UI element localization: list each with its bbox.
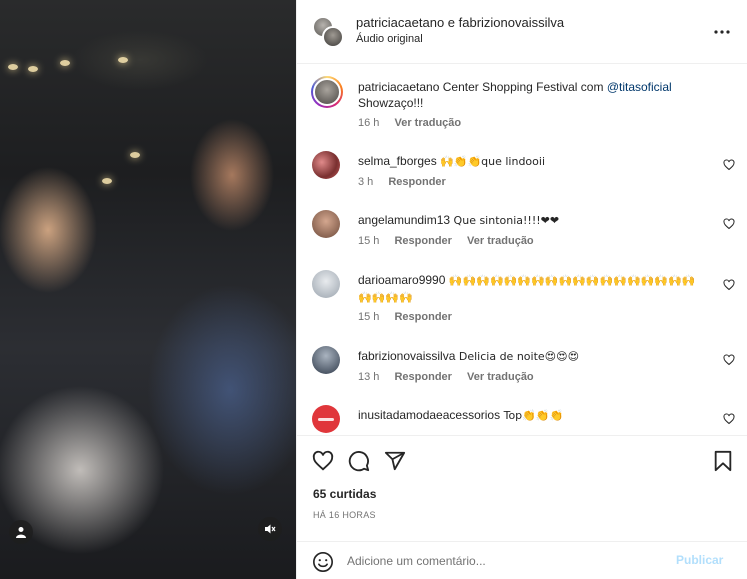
instagram-post-modal: patriciacaetano e fabrizionovaissilva Áu… (0, 0, 747, 579)
comment-button[interactable] (347, 449, 371, 473)
post-video[interactable] (0, 0, 296, 579)
caption-body: Center Shopping Festival com (439, 80, 607, 94)
comment-meta: 3 h Responder (358, 176, 458, 188)
comment-body: Delicia de noite😍😍😍 (455, 350, 580, 363)
comment-username[interactable]: inusitadamodaeacessorios (358, 408, 500, 422)
comment-text: darioamaro9990 🙌🙌🙌🙌🙌🙌🙌🙌🙌🙌🙌🙌🙌🙌🙌🙌🙌🙌🙌🙌🙌🙌 (358, 272, 703, 306)
ceiling-light (28, 66, 38, 72)
comment-meta: 13 h Responder Ver tradução (358, 371, 546, 383)
smiley-icon (313, 552, 333, 572)
avatar[interactable] (311, 76, 343, 108)
avatar[interactable] (312, 346, 340, 374)
avatar[interactable] (312, 405, 340, 433)
tagged-people-button[interactable] (9, 520, 33, 544)
bookmark-icon (714, 450, 732, 472)
comment-item: inusitadamodaeacessorios Top👏👏👏 (297, 405, 747, 435)
heart-icon[interactable] (723, 413, 735, 425)
translate-link[interactable]: Ver tradução (467, 235, 534, 247)
comment-text: inusitadamodaeacessorios Top👏👏👏 (358, 407, 703, 424)
more-options-icon (714, 30, 730, 34)
muted-speaker-icon (265, 524, 276, 534)
heart-icon[interactable] (723, 279, 735, 291)
publish-button[interactable]: Publicar (676, 553, 723, 567)
post-actions: 65 curtidas HÁ 16 HORAS Publicar (297, 435, 747, 579)
comment-item: darioamaro9990 🙌🙌🙌🙌🙌🙌🙌🙌🙌🙌🙌🙌🙌🙌🙌🙌🙌🙌🙌🙌🙌🙌 15… (297, 270, 747, 336)
avatar[interactable] (312, 270, 340, 298)
comment-input[interactable] (347, 551, 647, 571)
like-button[interactable] (311, 449, 335, 473)
comment-time: 16 h (358, 117, 380, 129)
more-options-button[interactable] (710, 20, 734, 44)
video-frame (0, 0, 296, 579)
ceiling-light (118, 57, 128, 63)
caption-meta: 16 h Ver tradução (358, 117, 473, 129)
comment-meta: 15 h Responder Ver tradução (358, 235, 546, 247)
translate-link[interactable]: Ver tradução (394, 117, 461, 129)
author-avatars[interactable] (312, 16, 344, 48)
comment-composer: Publicar (297, 541, 747, 579)
comment-item: angelamundim13 Que sintonia!!!!❤❤ 15 h R… (297, 210, 747, 260)
reply-link[interactable]: Responder (388, 176, 445, 188)
avatar[interactable] (312, 151, 340, 179)
comment-body: 🙌👏👏que lindooii (440, 155, 546, 168)
post-header: patriciacaetano e fabrizionovaissilva Áu… (297, 0, 747, 64)
comment-text: selma_fborges 🙌👏👏que lindooii (358, 153, 703, 170)
heart-icon (312, 450, 334, 471)
heart-icon[interactable] (723, 218, 735, 230)
save-button[interactable] (711, 449, 735, 473)
avatar (322, 26, 344, 48)
heart-icon[interactable] (723, 354, 735, 366)
caption-text: patriciacaetano Center Shopping Festival… (358, 79, 703, 111)
translate-link[interactable]: Ver tradução (467, 371, 534, 383)
comment-username[interactable]: patriciacaetano (358, 80, 439, 94)
comment-username[interactable]: angelamundim13 (358, 213, 450, 227)
emoji-button[interactable] (312, 551, 334, 576)
ceiling-light (60, 60, 70, 66)
comment-item: fabrizionovaissilva Delicia de noite😍😍😍 … (297, 346, 747, 396)
share-icon (384, 451, 406, 471)
comment-text: angelamundim13 Que sintonia!!!!❤❤ (358, 212, 703, 229)
mute-button[interactable] (258, 517, 282, 541)
audio-link[interactable]: Áudio original (356, 33, 423, 45)
comment-username[interactable]: selma_fborges (358, 154, 437, 168)
reply-link[interactable]: Responder (394, 311, 451, 323)
avatar[interactable] (312, 210, 340, 238)
comment-username[interactable]: fabrizionovaissilva (358, 349, 455, 363)
post-caption: patriciacaetano Center Shopping Festival… (297, 76, 747, 136)
post-authors[interactable]: patriciacaetano e fabrizionovaissilva (356, 15, 564, 30)
comment-time: 3 h (358, 176, 374, 188)
heart-icon[interactable] (723, 159, 735, 171)
person-icon (16, 527, 26, 538)
ceiling-light (8, 64, 18, 70)
post-timestamp: HÁ 16 HORAS (313, 510, 376, 520)
post-details-panel: patriciacaetano e fabrizionovaissilva Áu… (296, 0, 747, 579)
likes-count[interactable]: 65 curtidas (313, 487, 376, 501)
ceiling-light (102, 178, 112, 184)
comment-time: 13 h (358, 371, 380, 383)
comment-icon (348, 451, 370, 472)
reply-link[interactable]: Responder (394, 235, 451, 247)
caption-body-line2: Showzaço!!! (358, 96, 424, 110)
mention-link[interactable]: @titasoficial (607, 80, 672, 94)
comments-list[interactable]: patriciacaetano Center Shopping Festival… (297, 65, 747, 435)
comment-body: Que sintonia!!!!❤❤ (450, 214, 560, 227)
comment-item: selma_fborges 🙌👏👏que lindooii 3 h Respon… (297, 151, 747, 201)
comment-time: 15 h (358, 311, 380, 323)
comment-time: 15 h (358, 235, 380, 247)
ceiling-light (130, 152, 140, 158)
reply-link[interactable]: Responder (394, 371, 451, 383)
comment-username[interactable]: darioamaro9990 (358, 273, 445, 287)
comment-body: Top👏👏👏 (500, 409, 564, 422)
share-button[interactable] (383, 449, 407, 473)
comment-meta: 15 h Responder (358, 311, 464, 323)
comment-text: fabrizionovaissilva Delicia de noite😍😍😍 (358, 348, 703, 365)
